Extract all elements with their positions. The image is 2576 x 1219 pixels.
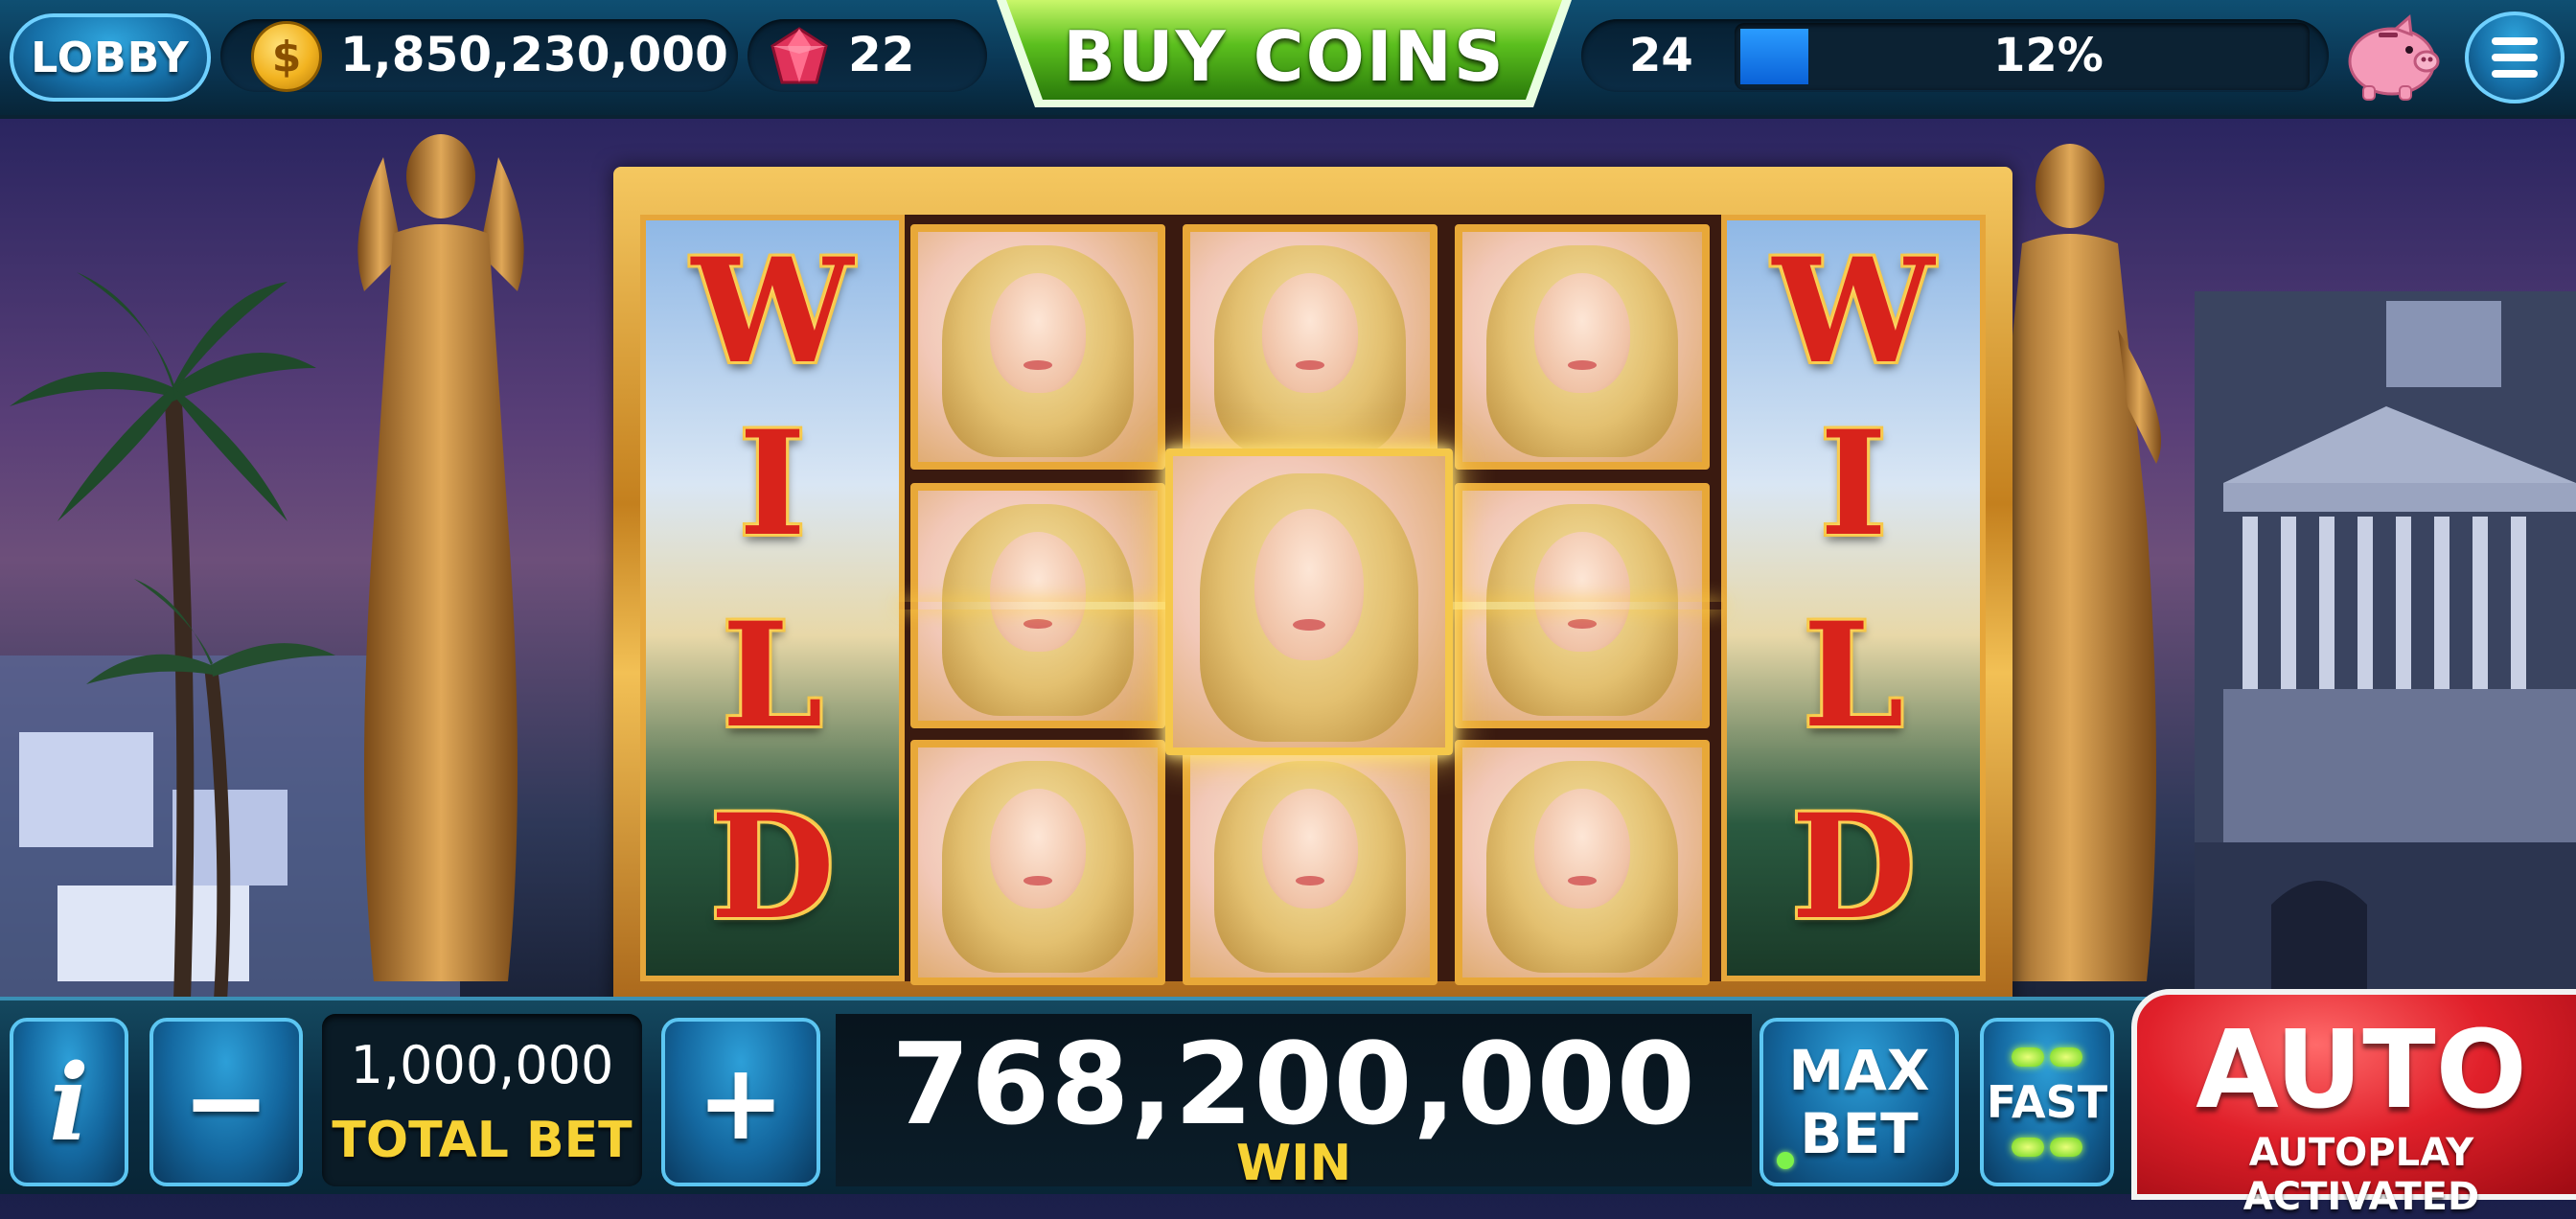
speed-lights-icon bbox=[2012, 1138, 2082, 1157]
reel-5-wild: W I L D bbox=[1721, 215, 1986, 981]
wild-letter-w: W bbox=[691, 227, 854, 396]
wild-letter-l: L bbox=[1803, 591, 1904, 760]
increase-bet-button[interactable]: + bbox=[661, 1018, 820, 1186]
win-panel: 768,200,000 WIN bbox=[836, 1014, 1752, 1192]
coin-balance: 1,850,230,000 bbox=[340, 27, 728, 82]
hamburger-menu-icon[interactable] bbox=[2465, 12, 2564, 104]
wild-letter-i: I bbox=[1819, 400, 1888, 568]
auto-label: AUTO bbox=[2196, 1008, 2527, 1133]
reel-area: W I L D W I L D bbox=[640, 215, 1986, 985]
golden-statue-left bbox=[357, 134, 524, 981]
xp-progress-fill bbox=[1740, 29, 1808, 84]
decrease-bet-button[interactable]: − bbox=[150, 1018, 303, 1186]
gold-coin-icon: $ bbox=[251, 21, 322, 92]
goddess-symbol bbox=[1455, 740, 1710, 985]
info-button[interactable]: i bbox=[10, 1018, 128, 1186]
piggy-bank-icon[interactable] bbox=[2338, 12, 2444, 104]
wild-letter-w: W bbox=[1772, 227, 1935, 396]
goddess-symbol bbox=[1455, 224, 1710, 470]
buy-coins-label: BUY COINS bbox=[1063, 16, 1506, 97]
goddess-symbol bbox=[910, 224, 1165, 470]
gem-count: 22 bbox=[848, 27, 915, 82]
max-bet-button[interactable]: MAX BET bbox=[1760, 1018, 1959, 1186]
indicator-light-icon bbox=[1777, 1152, 1794, 1169]
wild-letter-d: D bbox=[709, 783, 836, 952]
fast-spin-button[interactable]: FAST bbox=[1980, 1018, 2114, 1186]
greek-temple-background bbox=[2195, 291, 2576, 1000]
max-bet-label-line2: BET bbox=[1800, 1101, 1919, 1166]
speed-lights-icon bbox=[2012, 1047, 2082, 1067]
win-amount: 768,200,000 bbox=[891, 1018, 1696, 1150]
autoplay-button[interactable]: AUTO AUTOPLAY ACTIVATED bbox=[2131, 989, 2576, 1219]
red-gem-icon bbox=[770, 27, 828, 84]
lobby-button[interactable]: LOBBY bbox=[10, 13, 211, 102]
total-bet-amount: 1,000,000 bbox=[350, 1035, 614, 1095]
fast-label: FAST bbox=[1986, 1076, 2108, 1128]
game-scene: W I L D W I L D bbox=[0, 119, 2576, 1000]
total-bet-panel: 1,000,000 TOTAL BET bbox=[322, 1014, 642, 1186]
wild-letter-i: I bbox=[738, 400, 807, 568]
autoplay-status: AUTOPLAY ACTIVATED bbox=[2242, 1131, 2480, 1219]
player-level: 24 bbox=[1629, 29, 1693, 82]
max-bet-label-line1: MAX bbox=[1788, 1038, 1930, 1103]
top-bar: LOBBY $ 1,850,230,000 22 BUY COINS 24 12… bbox=[0, 0, 2576, 119]
goddess-symbol bbox=[910, 740, 1165, 985]
goddess-symbol-highlighted bbox=[1165, 448, 1453, 755]
goddess-symbol bbox=[1183, 740, 1438, 985]
reel-1-wild: W I L D bbox=[640, 215, 905, 981]
wild-letter-l: L bbox=[722, 591, 823, 760]
total-bet-label: TOTAL BET bbox=[332, 1112, 632, 1169]
wild-letter-d: D bbox=[1790, 783, 1917, 952]
buy-coins-button[interactable]: BUY COINS bbox=[997, 0, 1572, 113]
xp-percent: 12% bbox=[1993, 29, 2104, 82]
win-label: WIN bbox=[1235, 1135, 1352, 1192]
reel-frame: W I L D W I L D bbox=[613, 167, 2012, 1000]
goddess-symbol bbox=[1183, 224, 1438, 470]
